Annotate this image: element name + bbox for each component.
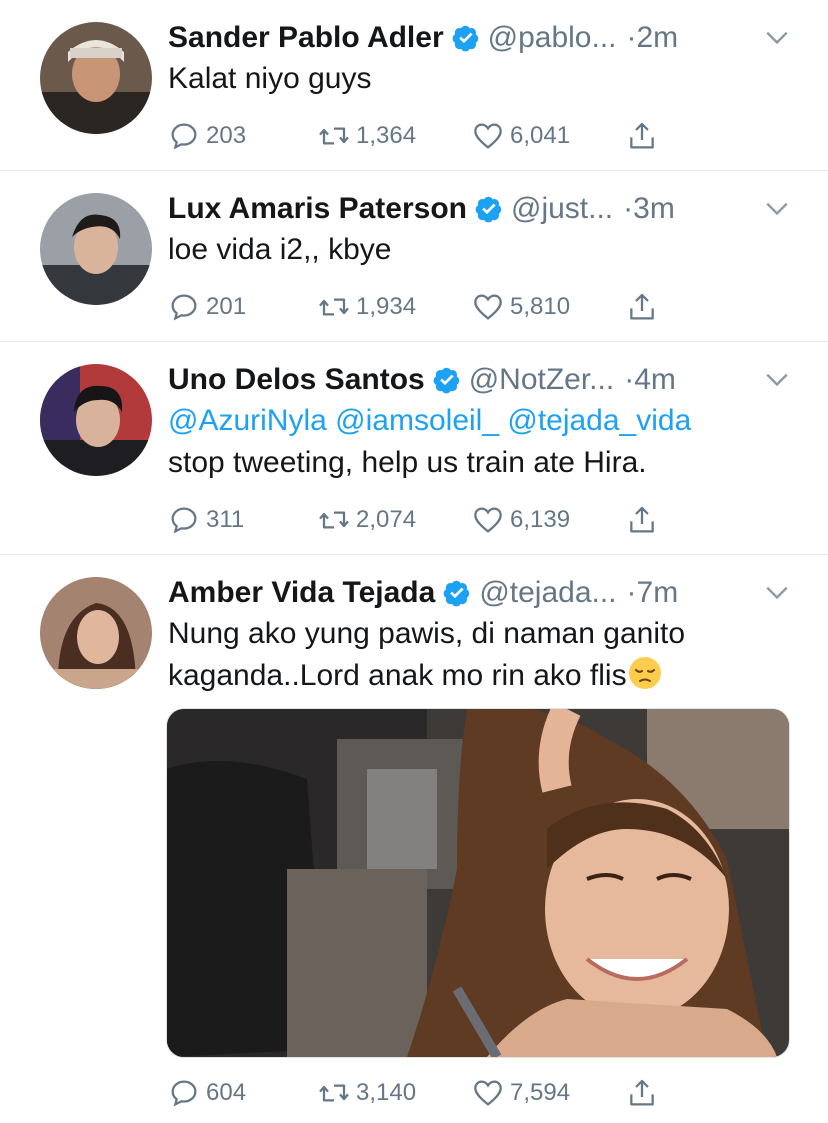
share-icon bbox=[630, 1079, 654, 1106]
chevron-down-icon[interactable] bbox=[764, 366, 790, 392]
retweet-icon bbox=[319, 1084, 349, 1102]
chevron-down-icon[interactable] bbox=[764, 24, 790, 50]
share-icon bbox=[630, 122, 654, 149]
like-count: 6,041 bbox=[510, 122, 571, 149]
tweet-body-line: Nung ako yung pawis, di naman ganito bbox=[168, 617, 686, 650]
tweet-1[interactable]: Sander Pablo Adler @pablo... ·2m Kalat n… bbox=[0, 0, 828, 170]
heart-icon bbox=[474, 1080, 502, 1106]
verified-badge-icon bbox=[433, 367, 459, 394]
display-name[interactable]: Amber Vida Tejada bbox=[168, 576, 435, 610]
chevron-down-icon[interactable] bbox=[764, 579, 790, 605]
avatar[interactable] bbox=[40, 364, 152, 476]
retweet-count: 1,934 bbox=[356, 293, 417, 320]
verified-badge-icon bbox=[443, 580, 470, 607]
tweet-4[interactable]: Amber Vida Tejada @tejada... ·7m Nung ak… bbox=[0, 555, 828, 1123]
retweet-count: 3,140 bbox=[356, 1079, 417, 1106]
like-button[interactable]: 6,139 bbox=[472, 500, 570, 540]
share-button[interactable] bbox=[626, 500, 664, 540]
tweet-body: stop tweeting, help us train ate Hira. bbox=[168, 446, 647, 479]
share-icon bbox=[630, 293, 654, 320]
tweet-text: loe vida i2,, kbye bbox=[168, 233, 392, 266]
handle[interactable]: @tejada... bbox=[479, 576, 616, 610]
like-button[interactable]: 5,810 bbox=[472, 287, 570, 327]
tweet-text: @AzuriNyla @iamsoleil_ @tejada_vida stop… bbox=[168, 400, 798, 484]
mention-link[interactable]: @tejada_vida bbox=[507, 404, 691, 437]
reply-icon bbox=[171, 123, 197, 150]
mention-link[interactable]: @iamsoleil_ bbox=[335, 404, 499, 437]
timestamp[interactable]: ·7m bbox=[627, 576, 679, 610]
handle[interactable]: @pablo... bbox=[488, 21, 617, 55]
reply-button[interactable]: 203 bbox=[168, 116, 246, 156]
tweet-2[interactable]: Lux Amaris Paterson @just... ·3m loe vid… bbox=[0, 171, 828, 341]
reply-icon bbox=[171, 294, 197, 321]
retweet-count: 2,074 bbox=[356, 506, 417, 533]
display-name[interactable]: Uno Delos Santos bbox=[168, 363, 425, 397]
retweet-icon bbox=[319, 511, 349, 529]
display-name[interactable]: Lux Amaris Paterson bbox=[168, 192, 467, 226]
retweet-button[interactable]: 1,364 bbox=[318, 116, 416, 156]
handle[interactable]: @just... bbox=[511, 192, 613, 226]
reply-count: 203 bbox=[206, 122, 247, 149]
reply-count: 604 bbox=[206, 1079, 247, 1106]
avatar[interactable] bbox=[40, 577, 152, 689]
display-name[interactable]: Sander Pablo Adler bbox=[168, 21, 444, 55]
avatar[interactable] bbox=[40, 22, 152, 134]
reply-icon bbox=[171, 507, 197, 534]
reply-button[interactable]: 201 bbox=[168, 287, 246, 327]
retweet-button[interactable]: 3,140 bbox=[318, 1073, 416, 1113]
retweet-button[interactable]: 2,074 bbox=[318, 500, 416, 540]
tweet-text: Kalat niyo guys bbox=[168, 62, 372, 95]
retweet-icon bbox=[319, 298, 349, 316]
timestamp[interactable]: ·4m bbox=[624, 363, 676, 397]
like-button[interactable]: 6,041 bbox=[472, 116, 570, 156]
retweet-count: 1,364 bbox=[356, 122, 417, 149]
tweet-3[interactable]: Uno Delos Santos @NotZer... ·4m @AzuriNy… bbox=[0, 342, 828, 554]
pensive-face-emoji bbox=[628, 657, 661, 689]
tweet-image[interactable] bbox=[166, 708, 790, 1058]
mentions-line: @AzuriNyla @iamsoleil_ @tejada_vida bbox=[168, 400, 798, 442]
mention-link[interactable]: @AzuriNyla bbox=[168, 404, 327, 437]
retweet-icon bbox=[319, 127, 349, 145]
tweet-body-line: kaganda..Lord anak mo rin ako flis bbox=[168, 655, 798, 697]
share-button[interactable] bbox=[626, 287, 664, 327]
reply-count: 201 bbox=[206, 293, 247, 320]
reply-button[interactable]: 311 bbox=[168, 500, 244, 540]
reply-icon bbox=[171, 1080, 197, 1107]
verified-badge-icon bbox=[475, 196, 502, 223]
heart-icon bbox=[474, 507, 502, 533]
share-button[interactable] bbox=[626, 1073, 664, 1113]
tweet-text: Nung ako yung pawis, di naman ganito kag… bbox=[168, 613, 798, 697]
like-count: 7,594 bbox=[510, 1079, 571, 1106]
verified-badge-icon bbox=[452, 25, 478, 52]
reply-count: 311 bbox=[206, 506, 245, 533]
like-button[interactable]: 7,594 bbox=[472, 1073, 570, 1113]
timestamp[interactable]: ·3m bbox=[623, 192, 675, 226]
handle[interactable]: @NotZer... bbox=[469, 363, 615, 397]
chevron-down-icon[interactable] bbox=[764, 195, 790, 221]
like-count: 6,139 bbox=[510, 506, 571, 533]
heart-icon bbox=[474, 123, 502, 149]
reply-button[interactable]: 604 bbox=[168, 1073, 246, 1113]
retweet-button[interactable]: 1,934 bbox=[318, 287, 416, 327]
share-icon bbox=[630, 506, 654, 533]
heart-icon bbox=[474, 294, 502, 320]
avatar[interactable] bbox=[40, 193, 152, 305]
share-button[interactable] bbox=[626, 116, 664, 156]
timestamp[interactable]: ·2m bbox=[627, 21, 679, 55]
like-count: 5,810 bbox=[510, 293, 571, 320]
